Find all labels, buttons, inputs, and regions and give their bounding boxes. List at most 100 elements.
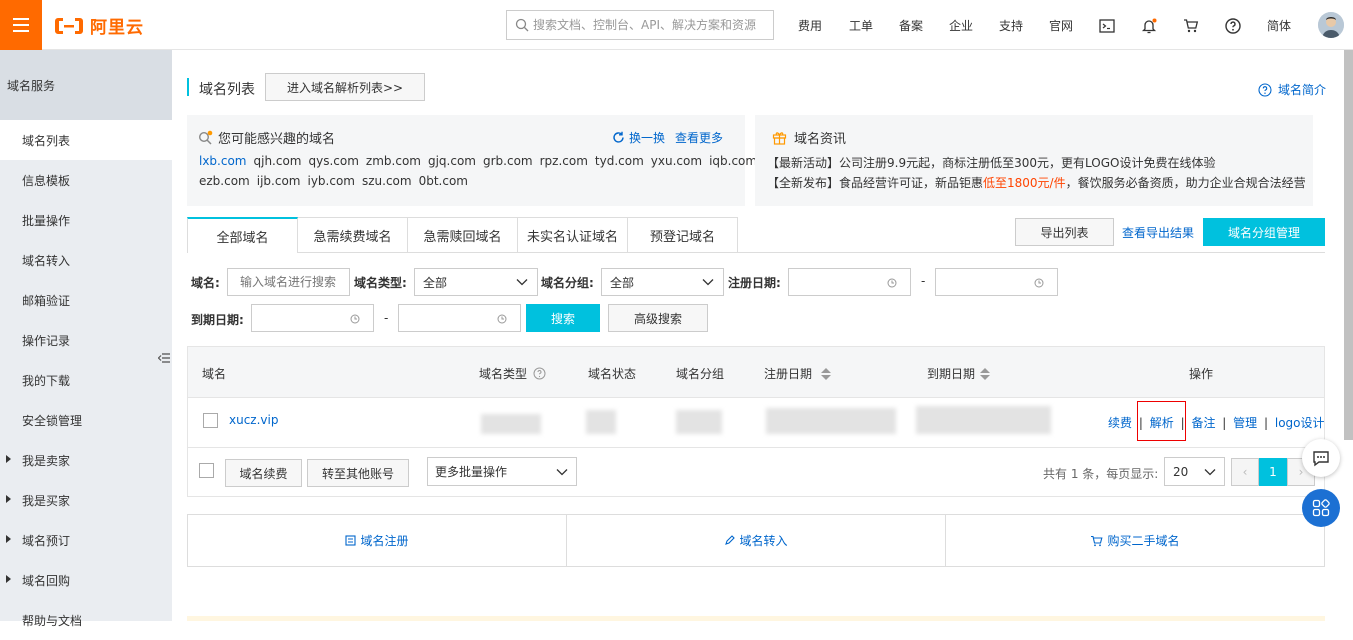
group-manage-button[interactable]: 域名分组管理 [1203,218,1325,246]
suggest-domain[interactable]: rpz.com [540,154,588,168]
cart-icon[interactable] [1182,17,1200,35]
help-icon[interactable] [533,367,546,380]
tab-renew-urgent[interactable]: 急需续费域名 [298,217,408,253]
col-reg-date[interactable]: 注册日期 [764,365,832,382]
col-expire-date-label: 到期日期 [927,367,976,381]
renew-link[interactable]: 续费 [1108,416,1132,430]
reg-date-end[interactable] [935,268,1058,296]
domain-tabs: 全部域名 急需续费域名 急需赎回域名 未实名认证域名 预登记域名 [187,217,738,253]
tab-all-domains[interactable]: 全部域名 [187,217,298,253]
help-icon[interactable] [1224,17,1242,35]
user-avatar[interactable] [1318,12,1344,38]
sidebar-item-help[interactable]: 帮助与文档 [0,600,172,640]
tab-preregistered[interactable]: 预登记域名 [628,217,738,253]
suggest-domain[interactable]: gjq.com [428,154,476,168]
domain-search-input[interactable] [228,275,349,289]
row-domain-link[interactable]: xucz.vip [229,413,278,427]
domain-type-select[interactable]: 全部 [414,268,538,296]
news-line-2[interactable]: 【全新发布】食品经营许可证，新品钜惠低至1800元/件，餐饮服务必备资质，助力企… [767,174,1306,191]
apps-float-button[interactable] [1302,489,1340,527]
sidebar-item-buyer[interactable]: 我是买家 [0,480,172,520]
advanced-search-button[interactable]: 高级搜索 [608,304,708,332]
sidebar-collapse-toggle[interactable] [156,341,172,375]
tab-redeem-urgent[interactable]: 急需赎回域名 [408,217,518,253]
search-input[interactable] [533,18,763,32]
caret-right-icon [6,535,11,543]
nav-official-site[interactable]: 官网 [1049,17,1073,34]
logo-text: 阿里云 [90,18,144,38]
tab-unverified[interactable]: 未实名认证域名 [518,217,628,253]
suggest-domain[interactable]: qjh.com [254,154,302,168]
col-type-label: 域名类型 [479,367,528,381]
enter-parse-list-button[interactable]: 进入域名解析列表>> [265,73,425,101]
global-search[interactable] [506,10,774,40]
view-more-link[interactable]: 查看更多 [675,129,723,146]
current-page-button[interactable]: 1 [1259,458,1287,486]
suggest-domain[interactable]: iqb.com [709,154,757,168]
transfer-account-button[interactable]: 转至其他账号 [307,459,409,487]
domain-group-value: 全部 [610,275,635,290]
domain-intro-link[interactable]: 域名简介 [1258,81,1326,98]
sidebar-item-security-lock[interactable]: 安全锁管理 [0,400,172,440]
reg-date-start[interactable] [788,268,911,296]
domain-filter-field[interactable] [227,268,350,296]
nav-enterprise[interactable]: 企业 [949,17,973,34]
caret-right-icon [6,495,11,503]
suggest-domain[interactable]: qys.com [309,154,359,168]
nav-tickets[interactable]: 工单 [849,17,873,34]
select-all-checkbox[interactable] [199,463,214,478]
suggest-domain[interactable]: zmb.com [366,154,421,168]
search-button[interactable]: 搜索 [526,304,600,332]
suggest-domain[interactable]: tyd.com [595,154,644,168]
suggest-domain[interactable]: szu.com [362,174,412,188]
batch-renew-button[interactable]: 域名续费 [225,459,302,487]
domain-group-select[interactable]: 全部 [601,268,724,296]
more-batch-select[interactable]: 更多批量操作 [427,457,577,486]
bell-icon[interactable] [1140,17,1158,35]
suggest-domain[interactable]: ezb.com [199,174,250,188]
sidebar-item-op-log[interactable]: 操作记录 [0,320,172,360]
aliyun-logo[interactable]: 阿里云 [54,13,144,38]
remark-link[interactable]: 备注 [1191,416,1215,430]
sidebar-item-reserve[interactable]: 域名预订 [0,520,172,560]
transfer-in-button[interactable]: 域名转入 [567,515,946,566]
nav-support[interactable]: 支持 [999,17,1023,34]
sidebar-item-domain-list[interactable]: 域名列表 [0,120,172,160]
manage-link[interactable]: 管理 [1233,416,1257,430]
suggest-domain[interactable]: iyb.com [307,174,355,188]
terminal-icon[interactable] [1098,17,1116,35]
buy-second-hand-button[interactable]: 购买二手域名 [946,515,1324,566]
news-line-1[interactable]: 【最新活动】公司注册9.9元起，商标注册低至300元，更有LOGO设计免费在线体… [767,154,1215,171]
register-domain-button[interactable]: 域名注册 [188,515,567,566]
view-export-link[interactable]: 查看导出结果 [1122,224,1194,241]
suggest-domain[interactable]: 0bt.com [419,174,468,188]
news-line-2-b: ，餐饮服务必备资质，助力企业合规合法经营 [1065,176,1306,190]
expire-date-start[interactable] [251,304,374,332]
row-checkbox[interactable] [203,413,218,428]
suggest-domain[interactable]: yxu.com [651,154,702,168]
col-status: 域名状态 [588,367,637,381]
sidebar-item-email-verify[interactable]: 邮箱验证 [0,280,172,320]
export-list-button[interactable]: 导出列表 [1015,218,1114,246]
col-expire-date[interactable]: 到期日期 [927,365,991,382]
page-size-select[interactable]: 20 [1164,457,1225,486]
logo-design-link[interactable]: logo设计 [1275,416,1325,430]
suggest-domain[interactable]: grb.com [483,154,533,168]
sidebar-item-seller[interactable]: 我是卖家 [0,440,172,480]
feedback-float-button[interactable] [1302,439,1340,477]
sidebar-item-downloads[interactable]: 我的下载 [0,360,172,400]
sidebar-item-batch[interactable]: 批量操作 [0,200,172,240]
refresh-link[interactable]: 换一换 [612,129,665,146]
prev-page-button[interactable]: ‹ [1231,458,1259,486]
nav-icp[interactable]: 备案 [899,17,923,34]
expire-date-end[interactable] [398,304,521,332]
sidebar-item-buyback[interactable]: 域名回购 [0,560,172,600]
menu-icon[interactable] [0,0,42,50]
sidebar-item-transfer-in[interactable]: 域名转入 [0,240,172,280]
scrollbar[interactable] [1344,50,1353,440]
suggest-domain[interactable]: lxb.com [199,154,247,168]
sidebar-item-templates[interactable]: 信息模板 [0,160,172,200]
suggest-domain[interactable]: ijb.com [257,174,301,188]
language-switch[interactable]: 简体 [1267,17,1291,34]
nav-billing[interactable]: 费用 [798,17,822,34]
